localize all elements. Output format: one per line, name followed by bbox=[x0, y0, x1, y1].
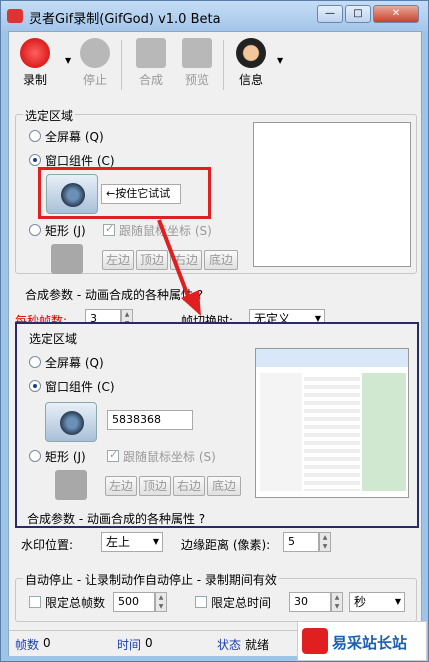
follow-mouse-checkbox[interactable] bbox=[103, 222, 115, 236]
preview-button[interactable]: 预览 bbox=[177, 38, 217, 88]
autostop-title: 自动停止 - 让录制动作自动停止 - 录制期间有效 bbox=[23, 571, 279, 588]
toolbar-separator bbox=[121, 40, 122, 90]
frames-status-label: 帧数 bbox=[15, 638, 40, 652]
merge-label: 合成 bbox=[138, 73, 163, 87]
merge-button[interactable]: 合成 bbox=[131, 38, 171, 88]
window-handle-input[interactable]: 5838368 bbox=[107, 410, 193, 430]
window-title: 灵者Gif录制(GifGod) v1.0 Beta bbox=[29, 12, 221, 27]
bottom-button[interactable]: 底边 bbox=[204, 250, 238, 270]
rect-label: 矩形 (J) bbox=[45, 224, 86, 238]
client-area: 录制 ▼ 停止 合成 预览 信息 ▼ 选定区域 全屏幕 (Q) 窗口组件 (C) ←… bbox=[8, 31, 422, 656]
close-button[interactable]: ✕ bbox=[373, 5, 419, 23]
red-arrow bbox=[157, 219, 201, 316]
overlay-params-title: 合成参数 - 动画合成的各种属性 ? bbox=[27, 512, 206, 526]
minimize-button[interactable]: — bbox=[317, 5, 343, 23]
overlay-window-radio[interactable] bbox=[29, 380, 41, 392]
record-icon bbox=[20, 38, 50, 68]
overlay-bottom-button[interactable]: 底边 bbox=[207, 476, 241, 496]
watermark-pos-label: 水印位置: bbox=[21, 538, 74, 552]
rect-radio[interactable] bbox=[29, 224, 41, 236]
time-status-value: 0 bbox=[145, 636, 153, 650]
overlay-region-title: 选定区域 bbox=[27, 330, 80, 347]
app-icon bbox=[7, 9, 23, 23]
overlay-follow-label: 跟随鼠标坐标 (S) bbox=[123, 450, 216, 464]
watermark-text: 易采站长站 bbox=[332, 634, 408, 652]
limit-frames-label: 限定总帧数 bbox=[45, 596, 106, 610]
watermark-pos-select[interactable]: 左上 bbox=[101, 532, 163, 552]
info-button[interactable]: 信息 ▼ bbox=[231, 38, 283, 88]
maximize-button[interactable]: □ bbox=[345, 5, 371, 23]
title-bar: 灵者Gif录制(GifGod) v1.0 Beta — □ ✕ bbox=[1, 1, 428, 31]
region-group-title: 选定区域 bbox=[23, 107, 76, 124]
limit-time-label: 限定总时间 bbox=[211, 596, 272, 610]
overlay-panel: 选定区域 全屏幕 (Q) 窗口组件 (C) 5838368 矩形 (J) 跟随鼠… bbox=[15, 322, 419, 528]
overlay-window-label: 窗口组件 (C) bbox=[45, 380, 115, 394]
window-component-radio[interactable] bbox=[29, 154, 41, 166]
info-label: 信息 bbox=[238, 73, 263, 87]
stop-icon bbox=[80, 38, 110, 68]
limit-time-checkbox[interactable] bbox=[195, 596, 207, 608]
camera-icon[interactable] bbox=[46, 174, 98, 214]
left-button[interactable]: 左边 bbox=[102, 250, 134, 270]
margin-spinner[interactable]: ▲ ▼ bbox=[319, 532, 331, 552]
rect-preview bbox=[51, 244, 83, 274]
limit-frames-spinner[interactable]: ▲ ▼ bbox=[155, 592, 167, 612]
logo-icon bbox=[302, 628, 328, 654]
region-preview bbox=[253, 122, 411, 267]
overlay-left-button[interactable]: 左边 bbox=[105, 476, 137, 496]
overlay-rect-radio[interactable] bbox=[29, 450, 41, 462]
captured-window-thumbnail bbox=[255, 348, 409, 498]
overlay-rect-preview bbox=[55, 470, 87, 500]
person-icon bbox=[236, 38, 266, 68]
site-watermark: 易采站长站 bbox=[297, 621, 427, 661]
limit-time-spinner[interactable]: ▲ ▼ bbox=[331, 592, 343, 612]
overlay-top-button[interactable]: 顶边 bbox=[139, 476, 171, 496]
limit-frames-input[interactable]: 500 bbox=[113, 592, 155, 612]
fullscreen-label: 全屏幕 (Q) bbox=[45, 130, 104, 144]
app-window: 灵者Gif录制(GifGod) v1.0 Beta — □ ✕ 录制 ▼ 停止 合… bbox=[0, 0, 429, 662]
overlay-camera-icon[interactable] bbox=[45, 402, 97, 442]
merge-icon bbox=[136, 38, 166, 68]
toolbar-separator bbox=[223, 40, 224, 90]
overlay-fullscreen-label: 全屏幕 (Q) bbox=[45, 356, 104, 370]
record-button[interactable]: 录制 ▼ bbox=[15, 38, 71, 88]
stop-button[interactable]: 停止 bbox=[75, 38, 115, 88]
limit-frames-checkbox[interactable] bbox=[29, 596, 41, 608]
time-status-label: 时间 bbox=[117, 638, 142, 652]
state-status-value: 就绪 bbox=[245, 638, 270, 652]
frames-status-value: 0 bbox=[43, 636, 51, 650]
margin-input[interactable]: 5 bbox=[283, 532, 319, 552]
preview-icon bbox=[182, 38, 212, 68]
drag-tip: ←按住它试试 bbox=[101, 184, 181, 204]
record-label: 录制 bbox=[22, 73, 47, 87]
overlay-right-button[interactable]: 右边 bbox=[173, 476, 205, 496]
overlay-follow-checkbox[interactable] bbox=[107, 448, 119, 462]
state-status-label: 状态 bbox=[217, 638, 242, 652]
fullscreen-radio[interactable] bbox=[29, 130, 41, 142]
margin-label: 边缘距离 (像素): bbox=[181, 538, 271, 552]
stop-label: 停止 bbox=[82, 73, 107, 87]
time-unit-select[interactable]: 秒 bbox=[349, 592, 405, 612]
overlay-fullscreen-radio[interactable] bbox=[29, 356, 41, 368]
preview-label: 预览 bbox=[184, 73, 209, 87]
limit-time-input[interactable]: 30 bbox=[289, 592, 331, 612]
overlay-rect-label: 矩形 (J) bbox=[45, 450, 86, 464]
